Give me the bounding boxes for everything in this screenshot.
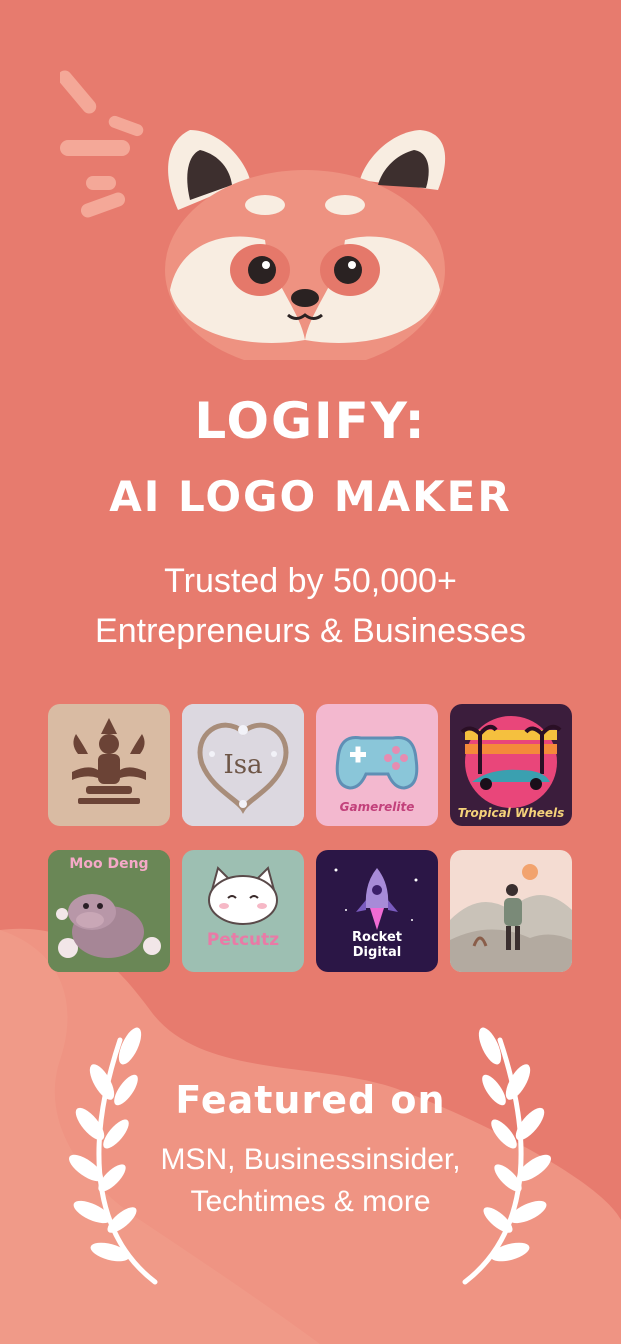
- gallery-item-deity: [48, 704, 170, 826]
- gallery-item-rocket-digital: Rocket Digital: [316, 850, 438, 972]
- featured-line1: MSN, Businessinsider,: [160, 1143, 461, 1176]
- gallery-item-tropical-wheels: Tropical Wheels: [450, 704, 572, 826]
- gallery-item-moo-deng: Moo Deng: [48, 850, 170, 972]
- app-title-line2: AI LOGO MAKER: [109, 472, 512, 521]
- gallery-label-rocket-digital: Rocket Digital: [352, 930, 402, 960]
- gallery-item-petcutz: Petcutz: [182, 850, 304, 972]
- featured-line2: Techtimes & more: [190, 1185, 431, 1218]
- gallery-item-isa: Isa: [182, 704, 304, 826]
- subtitle-line2: Entrepreneurs & Businesses: [95, 612, 526, 650]
- gallery-label-moo-deng: Moo Deng: [69, 856, 149, 872]
- hiker-icon: [450, 864, 572, 972]
- deity-logo-icon: [72, 718, 146, 804]
- featured-heading: Featured on: [175, 1078, 446, 1122]
- gallery-item-gamerelite: Gamerelite: [316, 704, 438, 826]
- subtitle-line1: Trusted by 50,000+: [164, 562, 457, 600]
- gallery-label-gamerelite: Gamerelite: [339, 800, 415, 814]
- logo-gallery: Isa Gamerelite Tropical Wheels Moo Deng …: [48, 704, 574, 972]
- app-title-line1: LOGIFY:: [194, 392, 427, 450]
- gallery-item-hiker: [450, 850, 572, 972]
- gallery-label-petcutz: Petcutz: [206, 930, 280, 950]
- cat-icon: [208, 866, 278, 925]
- gallery-label-tropical-wheels: Tropical Wheels: [457, 806, 565, 820]
- gallery-label-isa: Isa: [223, 750, 263, 780]
- red-panda-mascot-icon: [60, 70, 446, 360]
